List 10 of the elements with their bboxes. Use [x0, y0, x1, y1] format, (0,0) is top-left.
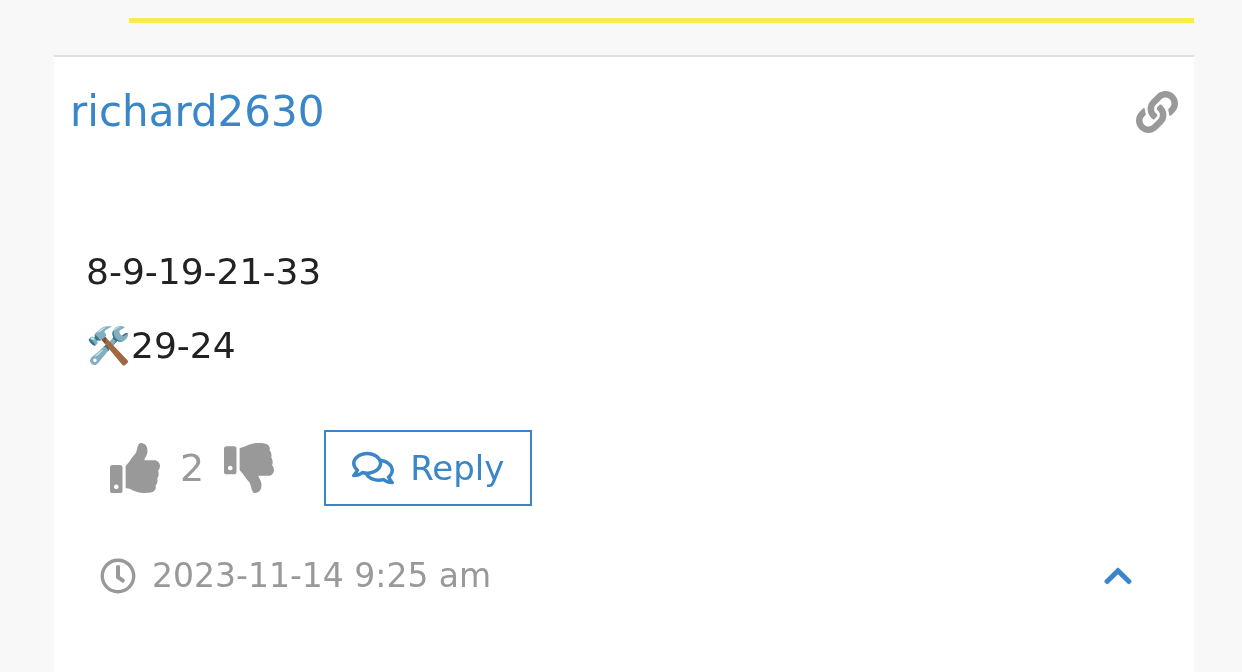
thumbs-up-icon[interactable] — [110, 443, 160, 493]
comment-text: 8-9-19-21-33 — [86, 250, 323, 294]
vote-count: 2 — [180, 446, 205, 490]
reply-button[interactable]: Reply — [324, 430, 533, 506]
author-link[interactable]: richard2630 — [70, 87, 325, 136]
clock-icon — [100, 557, 136, 594]
comment-text: 🛠29-24 — [86, 324, 237, 368]
thumbs-down-icon[interactable] — [224, 443, 275, 493]
timestamp: 2023-11-14 9:25 am — [152, 556, 492, 595]
link-icon[interactable] — [1136, 90, 1178, 133]
